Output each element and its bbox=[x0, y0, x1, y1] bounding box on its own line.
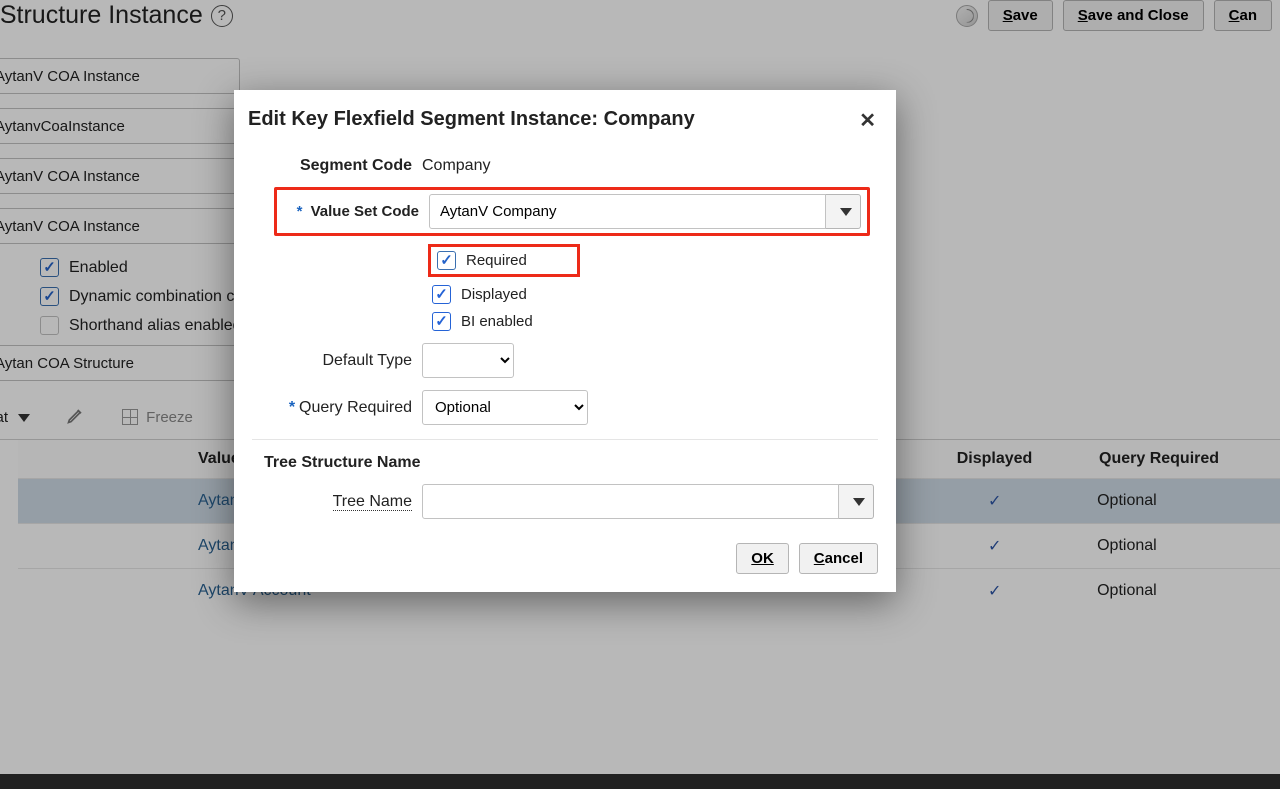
segment-code-value: Company bbox=[422, 157, 490, 175]
segment-code-label: Segment Code bbox=[252, 157, 422, 175]
value-set-code-label: Value Set Code bbox=[311, 203, 419, 220]
tree-name-dropdown[interactable] bbox=[839, 484, 874, 519]
cancel-button[interactable]: Cancel bbox=[799, 543, 878, 574]
query-required-select[interactable]: Optional bbox=[422, 390, 588, 425]
required-label: Required bbox=[466, 252, 527, 269]
bi-enabled-label: BI enabled bbox=[461, 313, 533, 330]
tree-structure-section: Tree Structure Name bbox=[264, 454, 878, 472]
required-star-icon: * bbox=[297, 203, 303, 220]
ok-button[interactable]: OK bbox=[736, 543, 789, 574]
tree-name-label: Tree Name bbox=[252, 493, 422, 511]
default-type-label: Default Type bbox=[252, 352, 422, 370]
default-type-select[interactable] bbox=[422, 343, 514, 378]
close-icon[interactable]: ✕ bbox=[859, 108, 876, 133]
edit-segment-modal: Edit Key Flexfield Segment Instance: Com… bbox=[234, 90, 896, 592]
displayed-label: Displayed bbox=[461, 286, 527, 303]
query-required-label: *Query Required bbox=[252, 399, 422, 417]
displayed-checkbox[interactable]: ✓ bbox=[432, 285, 451, 304]
value-set-code-input[interactable] bbox=[429, 194, 826, 229]
chevron-down-icon bbox=[853, 498, 865, 506]
required-highlight: ✓ Required bbox=[428, 244, 580, 277]
value-set-code-dropdown[interactable] bbox=[826, 194, 861, 229]
modal-title: Edit Key Flexfield Segment Instance: Com… bbox=[248, 108, 695, 133]
tree-name-input[interactable] bbox=[422, 484, 839, 519]
bi-enabled-checkbox[interactable]: ✓ bbox=[432, 312, 451, 331]
required-checkbox[interactable]: ✓ bbox=[437, 251, 456, 270]
required-star-icon: * bbox=[289, 399, 295, 416]
chevron-down-icon bbox=[840, 208, 852, 216]
